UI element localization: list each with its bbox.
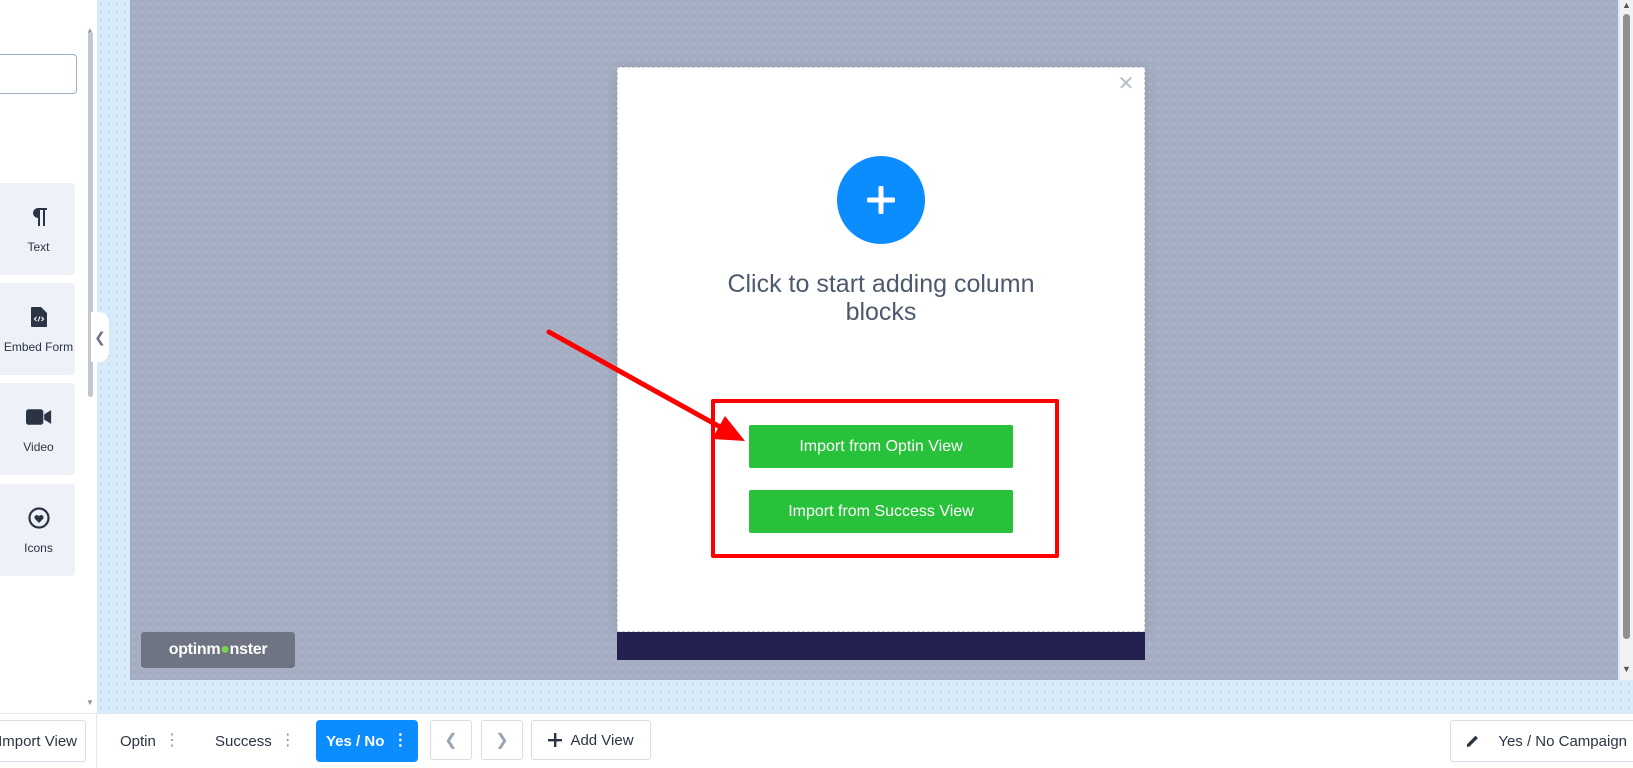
canvas-scroll-up-arrow[interactable]: ▲ <box>1622 0 1631 10</box>
popup-heading: Click to start adding column blocks <box>727 270 1035 326</box>
add-block-button[interactable] <box>837 156 925 244</box>
chevron-right-icon: ❯ <box>495 732 509 749</box>
next-view-button[interactable]: ❯ <box>481 720 523 760</box>
collapse-sidebar-button[interactable]: ❮ <box>91 312 109 362</box>
block-label: Text <box>27 240 50 254</box>
optinmonster-logo[interactable]: optinm ● nster <box>141 632 295 668</box>
heart-circle-icon <box>26 505 52 531</box>
popup-preview[interactable] <box>617 67 1145 632</box>
file-code-icon <box>26 304 52 330</box>
bottom-divider <box>96 714 97 768</box>
monster-icon: ● <box>220 641 230 658</box>
chevron-left-icon: ❮ <box>444 732 458 749</box>
block-video[interactable]: Video <box>0 383 75 475</box>
pencil-icon <box>1466 735 1478 747</box>
import-from-optin-view-button[interactable]: Import from Optin View <box>749 425 1013 468</box>
campaign-name-button[interactable]: Yes / No Campaign <box>1450 720 1633 762</box>
block-embed-form[interactable]: Embed Form <box>0 283 75 375</box>
popup-footer-bar <box>617 632 1145 660</box>
close-icon[interactable]: ✕ <box>1116 74 1136 94</box>
block-text[interactable]: Text <box>0 183 75 275</box>
block-icons[interactable]: Icons <box>0 484 75 576</box>
block-label: Embed Form <box>3 340 74 354</box>
canvas-scroll-down-arrow[interactable]: ▼ <box>1622 664 1631 674</box>
tab-label: Optin <box>120 732 156 750</box>
kebab-menu-icon[interactable]: ⋮ <box>280 733 296 749</box>
import-from-success-view-button[interactable]: Import from Success View <box>749 490 1013 533</box>
sidebar: Text Embed Form Video Icons ▲ ▼ <box>0 0 98 710</box>
block-label: Video <box>23 440 54 454</box>
plus-icon <box>548 733 563 747</box>
campaign-name-label: Yes / No Campaign <box>1498 732 1627 750</box>
canvas-scrollbar[interactable] <box>1623 14 1630 639</box>
kebab-menu-icon[interactable]: ⋮ <box>164 733 180 749</box>
brand-text-end: nster <box>229 641 268 658</box>
add-view-button[interactable]: Add View <box>531 720 651 760</box>
sidebar-search-input[interactable] <box>0 54 77 94</box>
paragraph-icon <box>26 204 52 230</box>
kebab-menu-icon[interactable]: ⋮ <box>392 733 408 749</box>
video-camera-icon <box>25 404 52 430</box>
add-view-label: Add View <box>570 731 634 749</box>
block-label: Icons <box>24 541 53 555</box>
bottom-bar: Import View Optin ⋮ Success ⋮ Yes / No ⋮… <box>0 713 1633 768</box>
sidebar-scroll-down-arrow[interactable]: ▼ <box>86 698 94 707</box>
chevron-left-icon: ❮ <box>94 328 106 345</box>
tab-success[interactable]: Success ⋮ <box>205 720 306 762</box>
plus-icon <box>867 186 895 214</box>
tab-yes-no[interactable]: Yes / No ⋮ <box>316 720 419 762</box>
brand-text: optinm <box>168 641 221 658</box>
import-view-button[interactable]: Import View <box>0 720 86 762</box>
previous-view-button[interactable]: ❮ <box>430 720 472 760</box>
tab-optin[interactable]: Optin ⋮ <box>110 720 190 762</box>
tab-label: Success <box>215 732 272 750</box>
tab-label: Yes / No <box>326 732 385 750</box>
